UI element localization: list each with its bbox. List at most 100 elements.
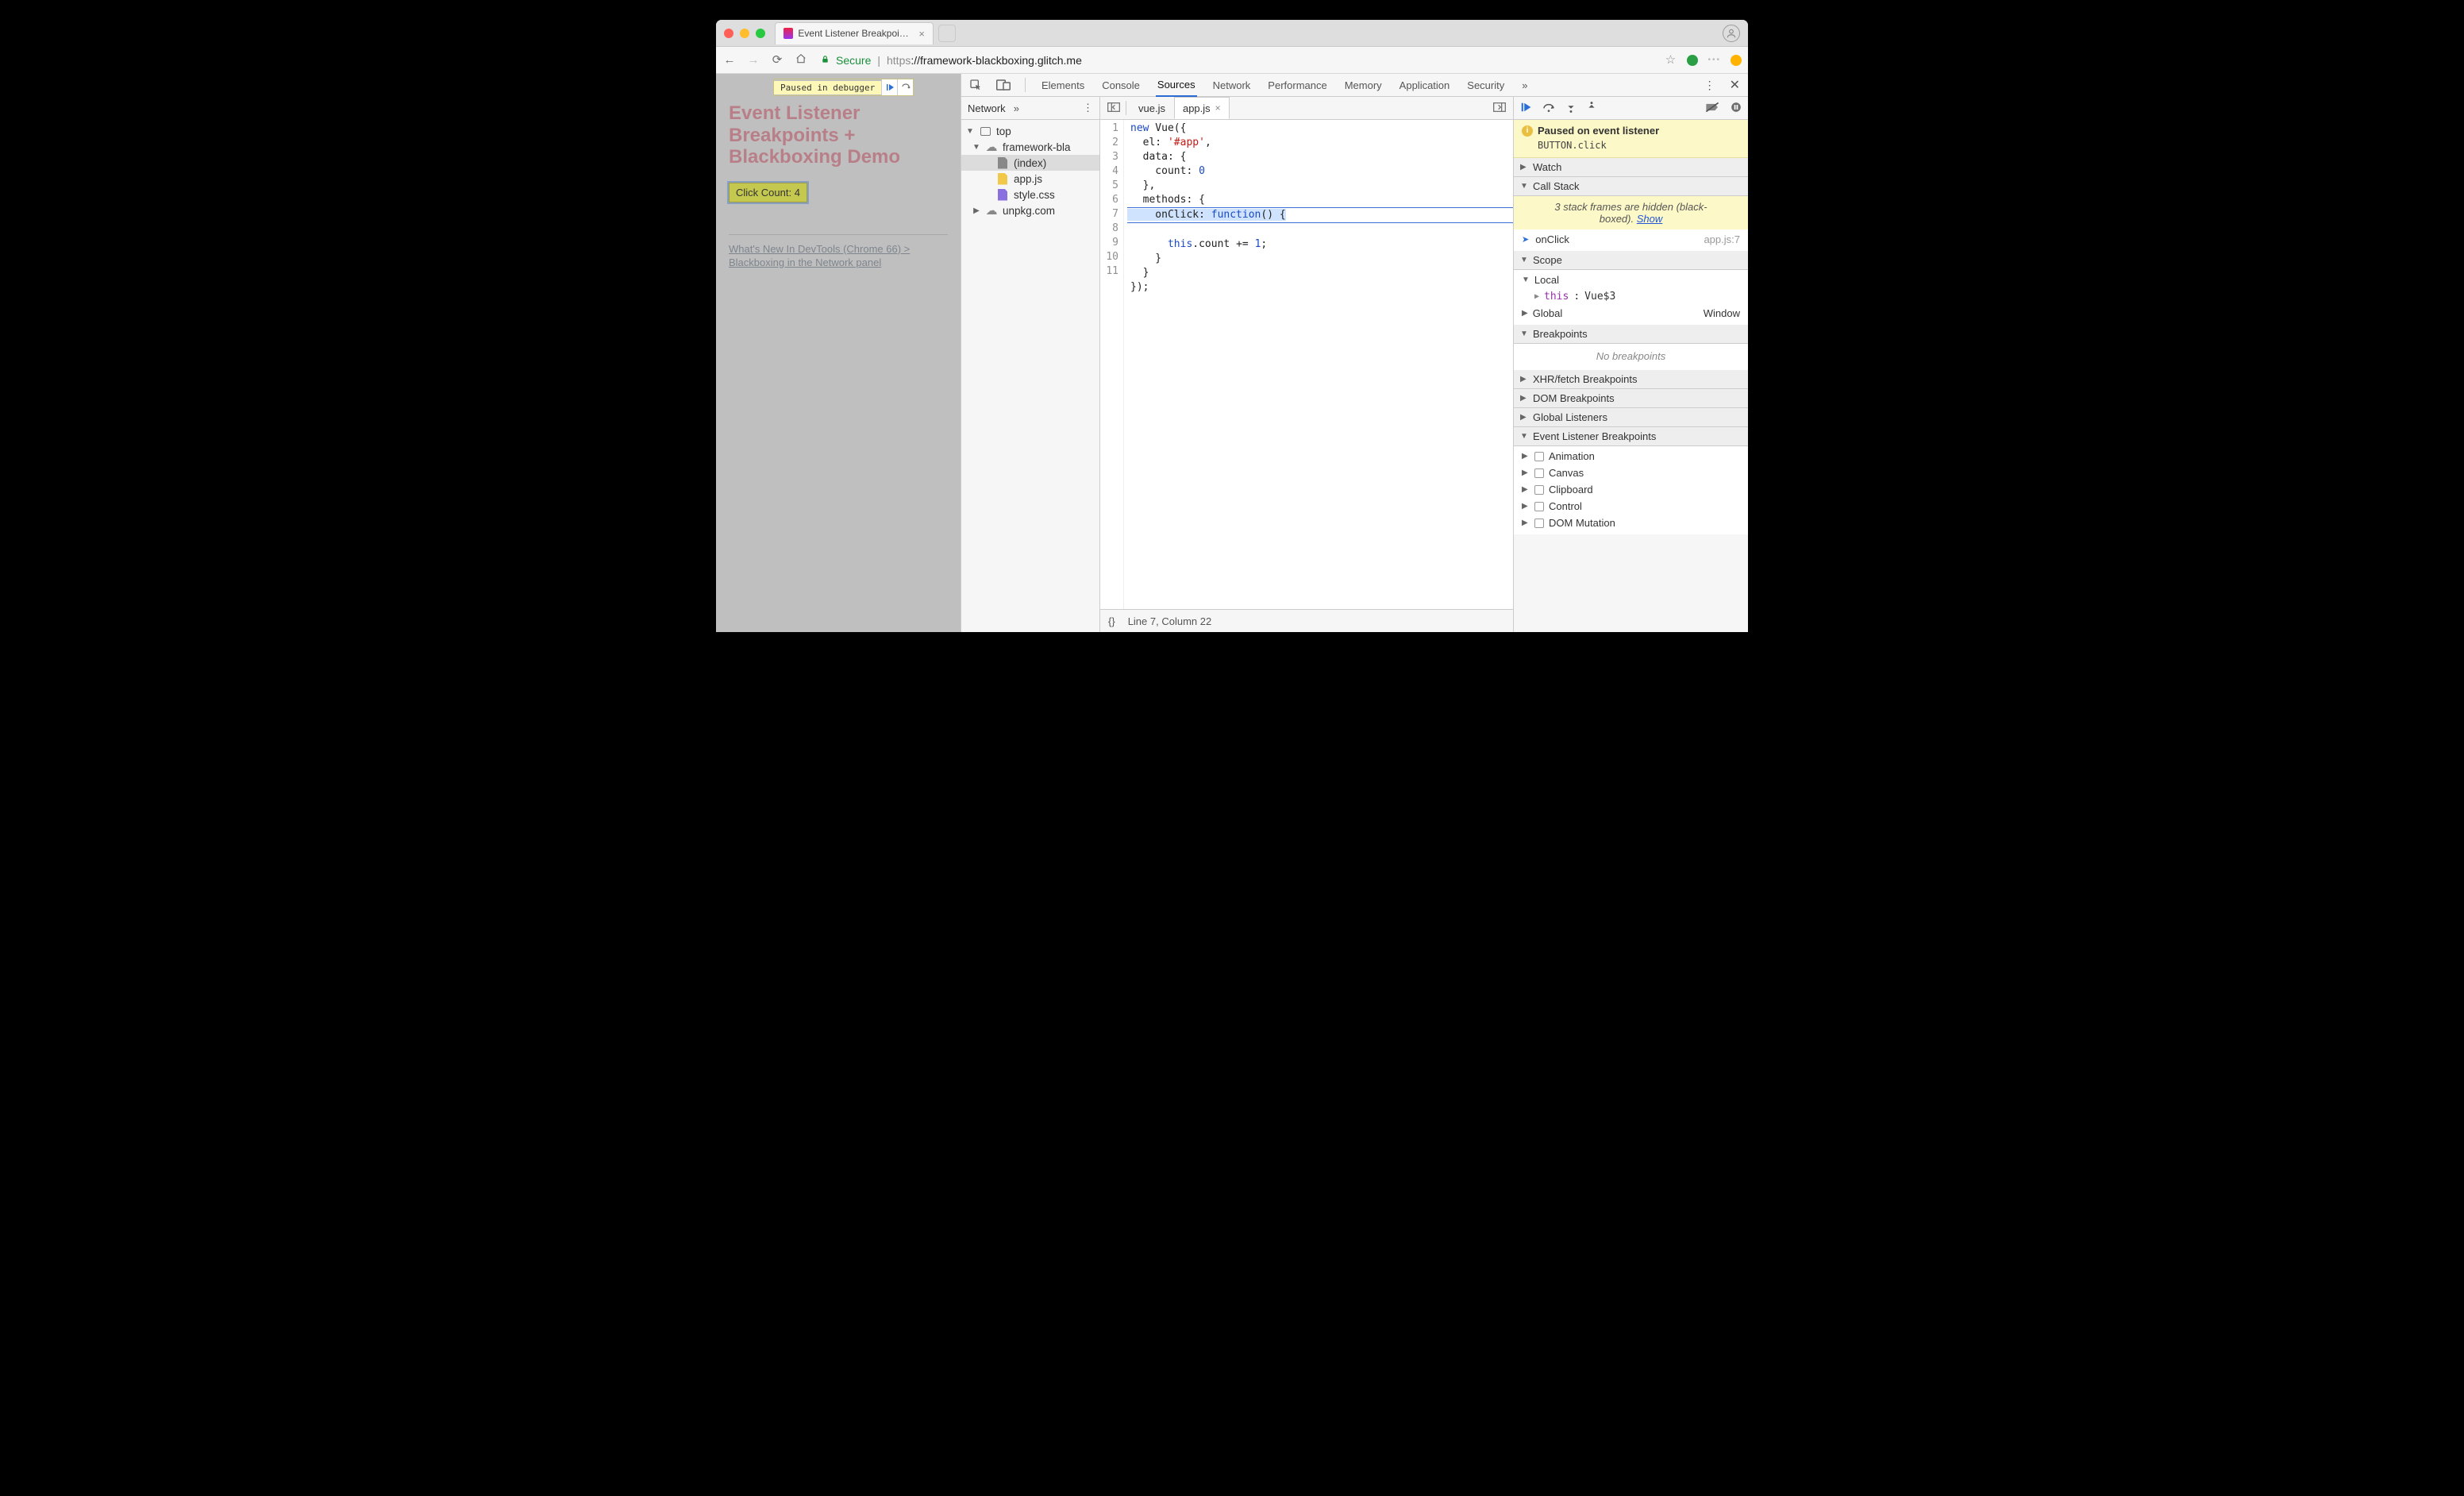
extension-icon-1[interactable] (1687, 55, 1698, 66)
tree-file-appjs[interactable]: app.js (961, 171, 1099, 187)
scope-this[interactable]: ▶this: Vue$3 (1514, 288, 1748, 305)
paused-banner: iPaused on event listener BUTTON.click (1514, 120, 1748, 158)
tree-node-domain[interactable]: ▼☁framework-bla (961, 139, 1099, 155)
page-heading: Event Listener Breakpoints + Blackboxing… (729, 102, 948, 168)
omnibox[interactable]: Secure | https://framework-blackboxing.g… (821, 54, 1654, 67)
callstack-frame[interactable]: ➤onClickapp.js:7 (1514, 231, 1748, 248)
favicon-icon (783, 28, 793, 39)
secure-label: Secure (836, 54, 871, 67)
scope-local[interactable]: ▼Local (1514, 272, 1748, 288)
toggle-debugger-icon[interactable] (1491, 102, 1508, 114)
divider (729, 234, 948, 235)
editor-statusbar: {} Line 7, Column 22 (1100, 609, 1513, 632)
elb-category[interactable]: ▶Clipboard (1514, 481, 1748, 498)
back-icon[interactable]: ← (722, 54, 737, 66)
editor-tab-vuejs[interactable]: vue.js (1130, 97, 1174, 119)
close-window-icon[interactable] (724, 29, 733, 38)
new-tab-button[interactable] (938, 25, 956, 42)
overlay-resume-icon[interactable] (881, 79, 897, 95)
tab-network[interactable]: Network (1211, 75, 1253, 96)
navigator-header: Network » ⋮ (961, 97, 1099, 120)
navigator-menu-icon[interactable]: ⋮ (1083, 102, 1093, 114)
section-global-listeners[interactable]: ▶Global Listeners (1514, 408, 1748, 427)
show-blackboxed-link[interactable]: Show (1637, 213, 1663, 225)
home-icon[interactable] (794, 53, 808, 67)
inspect-element-icon[interactable] (969, 79, 982, 91)
cursor-location: Line 7, Column 22 (1128, 615, 1212, 627)
toggle-navigator-icon[interactable] (1105, 102, 1122, 114)
tab-sources[interactable]: Sources (1156, 74, 1197, 97)
tab-console[interactable]: Console (1100, 75, 1142, 96)
resume-icon[interactable] (1520, 102, 1531, 115)
elb-category[interactable]: ▶DOM Mutation (1514, 515, 1748, 531)
file-tree: ▼top ▼☁framework-bla (index) app.js styl… (961, 120, 1099, 632)
profile-avatar-icon[interactable] (1723, 25, 1740, 42)
section-xhr[interactable]: ▶XHR/fetch Breakpoints (1514, 370, 1748, 389)
browser-toolbar: ← → ⟳ Secure | https://framework-blackbo… (716, 47, 1748, 74)
code-body[interactable]: new Vue({ el: '#app', data: { count: 0 }… (1124, 120, 1513, 609)
device-toggle-icon[interactable] (996, 79, 1011, 91)
pretty-print-icon[interactable]: {} (1108, 615, 1115, 627)
section-dom[interactable]: ▶DOM Breakpoints (1514, 389, 1748, 408)
cloud-icon: ☁ (985, 204, 998, 217)
navigator-overflow-icon[interactable]: » (1014, 102, 1019, 114)
click-count-button[interactable]: Click Count: 4 (729, 183, 807, 202)
checkbox-icon[interactable] (1534, 485, 1544, 495)
close-tab-icon[interactable]: × (1215, 102, 1221, 114)
tab-elements[interactable]: Elements (1040, 75, 1086, 96)
close-tab-icon[interactable]: × (918, 28, 925, 40)
section-watch[interactable]: ▶Watch (1514, 158, 1748, 177)
tab-application[interactable]: Application (1398, 75, 1452, 96)
current-frame-icon: ➤ (1522, 234, 1529, 245)
bookmark-star-icon[interactable]: ☆ (1663, 54, 1677, 66)
section-elb[interactable]: ▼Event Listener Breakpoints (1514, 427, 1748, 446)
devtools-close-icon[interactable]: ✕ (1730, 77, 1740, 93)
elb-category[interactable]: ▶Animation (1514, 448, 1748, 465)
url-text: https://framework-blackboxing.glitch.me (887, 54, 1082, 67)
section-breakpoints[interactable]: ▼Breakpoints (1514, 325, 1748, 344)
elb-category[interactable]: ▶Control (1514, 498, 1748, 515)
deactivate-breakpoints-icon[interactable] (1705, 102, 1719, 115)
section-callstack[interactable]: ▼Call Stack (1514, 177, 1748, 196)
browser-window: Event Listener Breakpoints + B × ← → ⟳ S… (716, 20, 1748, 632)
tree-node-top[interactable]: ▼top (961, 123, 1099, 139)
sources-panel: Network » ⋮ ▼top ▼☁framework-bla (index)… (961, 97, 1748, 632)
tab-performance[interactable]: Performance (1266, 75, 1328, 96)
checkbox-icon[interactable] (1534, 519, 1544, 528)
checkbox-icon[interactable] (1534, 502, 1544, 511)
traffic-lights (724, 29, 765, 38)
page-link[interactable]: What's New In DevTools (Chrome 66) > Bla… (729, 243, 948, 270)
editor-tab-appjs[interactable]: app.js× (1174, 97, 1230, 119)
devtools-tabbar: Elements Console Sources Network Perform… (961, 74, 1748, 97)
paused-overlay: Paused in debugger (773, 79, 914, 96)
extension-icon-2[interactable] (1731, 55, 1742, 66)
tree-file-index[interactable]: (index) (961, 155, 1099, 171)
tab-security[interactable]: Security (1465, 75, 1506, 96)
step-into-icon[interactable] (1566, 101, 1576, 116)
callstack-hidden-notice: 3 stack frames are hidden (black- boxed)… (1514, 196, 1748, 229)
checkbox-icon[interactable] (1534, 468, 1544, 478)
scope-global[interactable]: ▶GlobalWindow (1514, 305, 1748, 322)
browser-tab[interactable]: Event Listener Breakpoints + B × (775, 22, 934, 44)
section-scope[interactable]: ▼Scope (1514, 251, 1748, 270)
devtools-menu-icon[interactable]: ⋮ (1704, 79, 1715, 92)
zoom-window-icon[interactable] (756, 29, 765, 38)
elb-category[interactable]: ▶Canvas (1514, 465, 1748, 481)
navigator-tab-label[interactable]: Network (968, 102, 1006, 114)
minimize-window-icon[interactable] (740, 29, 749, 38)
checkbox-icon[interactable] (1534, 452, 1544, 461)
tabs-overflow-icon[interactable]: » (1520, 75, 1529, 96)
overlay-step-icon[interactable] (897, 79, 913, 95)
extension-overflow-icon[interactable]: ••• (1707, 56, 1721, 64)
forward-icon: → (746, 54, 760, 66)
file-icon (998, 189, 1007, 201)
titlebar: Event Listener Breakpoints + B × (716, 20, 1748, 47)
pause-on-exceptions-icon[interactable] (1731, 102, 1742, 115)
step-over-icon[interactable] (1542, 102, 1555, 115)
tab-memory[interactable]: Memory (1343, 75, 1384, 96)
reload-icon[interactable]: ⟳ (770, 54, 784, 66)
code-editor[interactable]: 1234567891011 new Vue({ el: '#app', data… (1100, 120, 1513, 609)
tree-node-unpkg[interactable]: ▶☁unpkg.com (961, 202, 1099, 218)
step-out-icon[interactable] (1587, 101, 1596, 116)
tree-file-stylecss[interactable]: style.css (961, 187, 1099, 202)
